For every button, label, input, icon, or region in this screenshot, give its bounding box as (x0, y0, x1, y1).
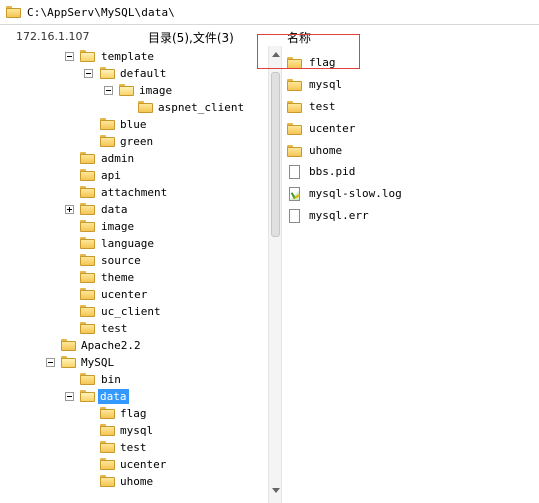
folder-icon (80, 288, 95, 300)
tree-item-label: blue (120, 118, 147, 131)
folder-icon (287, 78, 302, 91)
tree-item-label: admin (101, 152, 135, 165)
collapse-toggle[interactable] (104, 86, 113, 95)
tree-item-label: attachment (101, 186, 168, 199)
tree-item-label: test (101, 322, 128, 335)
list-item[interactable]: ucenter (287, 120, 355, 137)
scroll-up-arrow-icon[interactable] (272, 52, 280, 57)
folder-icon (80, 203, 95, 215)
list-item[interactable]: mysql-slow.log (287, 185, 402, 202)
list-item[interactable]: mysql.err (287, 207, 369, 224)
tree-item-label: Apache2.2 (81, 339, 141, 352)
tree-item-label: api (101, 169, 121, 182)
tree-item-label: green (120, 135, 154, 148)
tree-item-label: ucenter (101, 288, 148, 301)
header-row: 172.16.1.107 目录(5),文件(3) 名称 (0, 25, 539, 46)
list-item[interactable]: flag (287, 54, 336, 71)
list-item-label: flag (309, 56, 336, 69)
list-item[interactable]: mysql (287, 76, 342, 93)
tree-item-label: source (101, 254, 141, 267)
expand-toggle[interactable] (65, 205, 74, 214)
list-item-label: bbs.pid (309, 165, 356, 178)
folder-icon (80, 271, 95, 283)
folder-icon (100, 407, 115, 419)
folder-icon (80, 152, 95, 164)
folder-icon (80, 254, 95, 266)
list-item[interactable]: test (287, 98, 336, 115)
tree-item-label: theme (101, 271, 135, 284)
list-item-label: mysql (309, 78, 343, 91)
tree-item-label: test (120, 441, 147, 454)
folder-open-icon (61, 356, 76, 368)
list-item[interactable]: uhome (287, 142, 342, 159)
tree-item-label: bin (101, 373, 121, 386)
folder-icon (61, 339, 76, 351)
tree-item-label: default (120, 67, 167, 80)
list-item-label: mysql.err (309, 209, 369, 222)
tree-item-label: uhome (120, 475, 154, 488)
folder-icon (287, 122, 302, 135)
collapse-toggle[interactable] (65, 52, 74, 61)
tree-item-label: language (101, 237, 154, 250)
folder-icon (80, 169, 95, 181)
scroll-down-arrow-icon[interactable] (272, 488, 280, 493)
tree-item-label: flag (120, 407, 147, 420)
tree-item-label: data (101, 203, 128, 216)
list-item-label: ucenter (309, 122, 356, 135)
tree-item-label: ucenter (120, 458, 167, 471)
folder-icon (80, 305, 95, 317)
tree-item-label: uc_client (101, 305, 161, 318)
folder-open-icon (80, 50, 95, 62)
current-path: C:\AppServ\MySQL\data\ (27, 5, 175, 19)
tree-item-label: image (101, 220, 135, 233)
folder-icon (80, 322, 95, 334)
scroll-thumb[interactable] (271, 72, 280, 237)
tree-item-label: aspnet_client (158, 101, 245, 114)
folder-open-icon (100, 67, 115, 79)
collapse-toggle[interactable] (46, 358, 55, 367)
folder-icon (6, 6, 21, 18)
folder-icon (100, 135, 115, 147)
log-file-icon (289, 186, 300, 201)
file-list: flag mysql test ucenter uhome bbs.pid my… (282, 46, 539, 503)
list-item-label: mysql-slow.log (309, 187, 402, 200)
tree-item-label: MySQL (81, 356, 115, 369)
folder-icon (100, 475, 115, 487)
name-column-header[interactable]: 名称 (287, 29, 311, 46)
folder-icon (80, 220, 95, 232)
folder-icon (80, 373, 95, 385)
folder-icon (80, 237, 95, 249)
folder-icon (287, 144, 302, 157)
folder-icon (100, 118, 115, 130)
directory-summary: 目录(5),文件(3) (148, 31, 234, 45)
folder-open-icon (80, 390, 95, 402)
tree-item-label: image (139, 84, 173, 97)
list-item-label: test (309, 100, 336, 113)
list-item-label: uhome (309, 144, 343, 157)
folder-icon (287, 56, 302, 69)
path-bar: C:\AppServ\MySQL\data\ (0, 0, 539, 25)
folder-icon (287, 100, 302, 113)
collapse-toggle[interactable] (65, 392, 74, 401)
folder-icon (100, 458, 115, 470)
file-icon (289, 208, 300, 223)
folder-tree: template default image aspnet_client blu… (0, 46, 268, 501)
tree-item-label: mysql (120, 424, 154, 437)
tree-item-label: data (98, 389, 129, 404)
file-icon (289, 164, 300, 179)
folder-icon (100, 441, 115, 453)
folder-icon (138, 101, 153, 113)
tree-scrollbar[interactable] (268, 46, 282, 503)
tree-item-label: template (101, 50, 154, 63)
folder-icon (80, 186, 95, 198)
folder-open-icon (119, 84, 134, 96)
host-address: 172.16.1.107 (16, 30, 90, 43)
folder-icon (100, 424, 115, 436)
list-item[interactable]: bbs.pid (287, 163, 355, 180)
collapse-toggle[interactable] (84, 69, 93, 78)
